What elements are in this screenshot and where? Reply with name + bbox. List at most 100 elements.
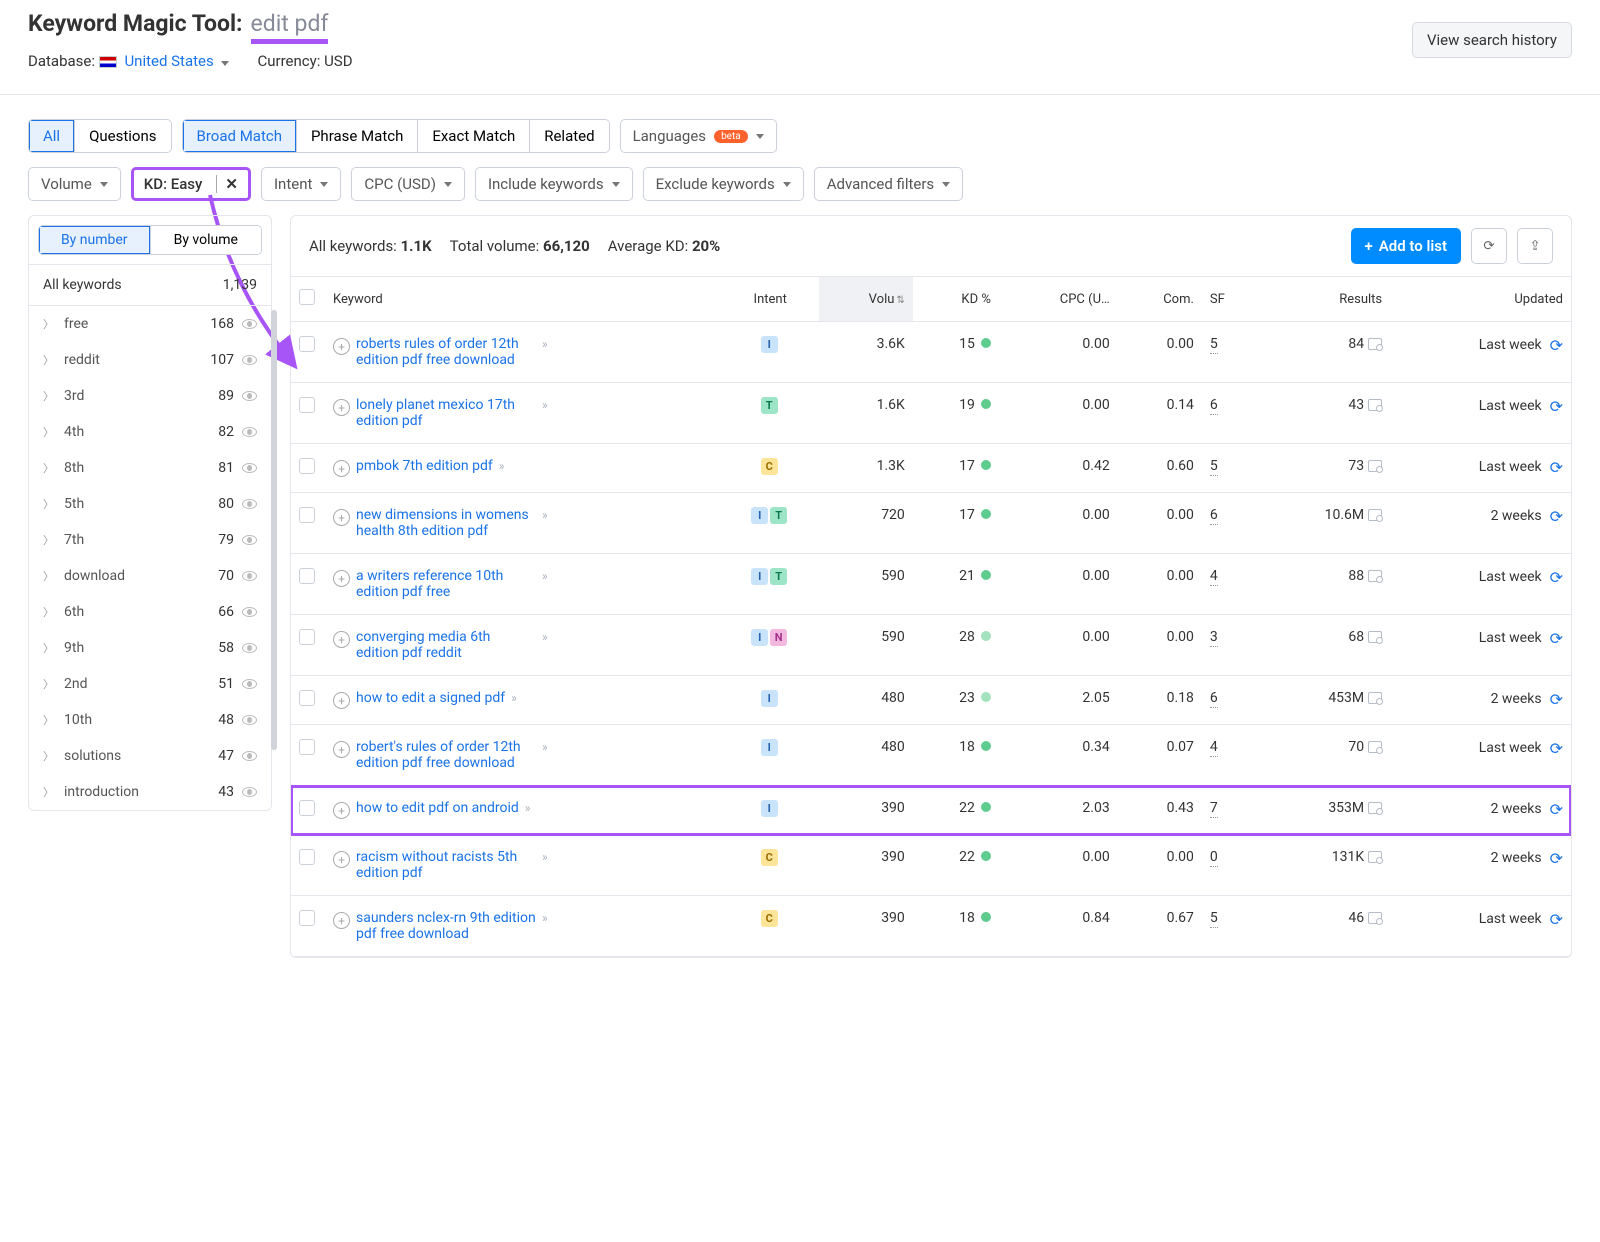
keyword-cell[interactable]: +saunders nclex-rn 9th edition pdf free … — [325, 896, 722, 957]
expand-icon[interactable]: + — [333, 631, 350, 648]
open-icon[interactable]: » — [542, 911, 548, 925]
open-icon[interactable]: » — [542, 508, 548, 522]
col-cpc[interactable]: CPC (U… — [999, 277, 1118, 322]
keyword-cell[interactable]: +how to edit a signed pdf» — [325, 676, 722, 725]
serp-icon[interactable] — [1368, 338, 1382, 350]
serp-icon[interactable] — [1368, 631, 1382, 643]
tab-questions[interactable]: Questions — [75, 120, 170, 152]
eye-icon[interactable] — [242, 499, 257, 509]
refresh-row-icon[interactable]: ⟳ — [1550, 397, 1563, 416]
serp-icon[interactable] — [1368, 741, 1382, 753]
sidebar-item[interactable]: 〉download70 — [29, 558, 271, 594]
keyword-cell[interactable]: +converging media 6th edition pdf reddit… — [325, 615, 722, 676]
refresh-row-icon[interactable]: ⟳ — [1550, 458, 1563, 477]
open-icon[interactable]: » — [542, 850, 548, 864]
export-button[interactable]: ⇪ — [1517, 228, 1553, 264]
serp-icon[interactable] — [1368, 460, 1382, 472]
serp-icon[interactable] — [1368, 399, 1382, 411]
volume-filter[interactable]: Volume — [28, 167, 121, 201]
eye-icon[interactable] — [242, 607, 257, 617]
sidebar-item[interactable]: 〉3rd89 — [29, 378, 271, 414]
tab-all[interactable]: All — [29, 120, 75, 152]
row-checkbox[interactable] — [299, 568, 315, 584]
open-icon[interactable]: » — [511, 691, 517, 705]
keyword-cell[interactable]: +how to edit pdf on android» — [325, 786, 722, 835]
refresh-button[interactable]: ⟳ — [1471, 228, 1507, 264]
include-keywords-filter[interactable]: Include keywords — [475, 167, 633, 201]
languages-dropdown[interactable]: Languages beta — [620, 119, 777, 153]
open-icon[interactable]: » — [499, 459, 505, 473]
keyword-cell[interactable]: +roberts rules of order 12th edition pdf… — [325, 322, 722, 383]
expand-icon[interactable]: + — [333, 399, 350, 416]
row-checkbox[interactable] — [299, 849, 315, 865]
expand-icon[interactable]: + — [333, 570, 350, 587]
kd-filter[interactable]: KD: Easy✕ — [131, 167, 251, 201]
row-checkbox[interactable] — [299, 800, 315, 816]
eye-icon[interactable] — [242, 715, 257, 725]
sidebar-item[interactable]: 〉reddit107 — [29, 342, 271, 378]
close-icon[interactable]: ✕ — [216, 175, 238, 193]
eye-icon[interactable] — [242, 535, 257, 545]
exclude-keywords-filter[interactable]: Exclude keywords — [643, 167, 804, 201]
tab-exact-match[interactable]: Exact Match — [418, 120, 530, 152]
keyword-cell[interactable]: +new dimensions in womens health 8th edi… — [325, 493, 722, 554]
eye-icon[interactable] — [242, 643, 257, 653]
tab-broad-match[interactable]: Broad Match — [183, 120, 297, 152]
row-checkbox[interactable] — [299, 910, 315, 926]
scrollbar[interactable] — [271, 310, 277, 750]
row-checkbox[interactable] — [299, 336, 315, 352]
row-checkbox[interactable] — [299, 507, 315, 523]
row-checkbox[interactable] — [299, 739, 315, 755]
eye-icon[interactable] — [242, 355, 257, 365]
tab-related[interactable]: Related — [530, 120, 608, 152]
sidebar-item[interactable]: 〉2nd51 — [29, 666, 271, 702]
tab-phrase-match[interactable]: Phrase Match — [297, 120, 418, 152]
row-checkbox[interactable] — [299, 690, 315, 706]
col-sf[interactable]: SF — [1202, 277, 1258, 322]
serp-icon[interactable] — [1368, 912, 1382, 924]
expand-icon[interactable]: + — [333, 692, 350, 709]
eye-icon[interactable] — [242, 787, 257, 797]
col-intent[interactable]: Intent — [722, 277, 819, 322]
expand-icon[interactable]: + — [333, 912, 350, 929]
col-volume[interactable]: Volu⇅ — [819, 277, 913, 322]
sort-by-number[interactable]: By number — [39, 226, 151, 254]
col-keyword[interactable]: Keyword — [325, 277, 722, 322]
serp-icon[interactable] — [1368, 570, 1382, 582]
cpc-filter[interactable]: CPC (USD) — [351, 167, 465, 201]
col-results[interactable]: Results — [1258, 277, 1391, 322]
sidebar-item[interactable]: 〉introduction43 — [29, 774, 271, 810]
select-all-checkbox[interactable] — [299, 289, 315, 305]
keyword-cell[interactable]: +robert's rules of order 12th edition pd… — [325, 725, 722, 786]
row-checkbox[interactable] — [299, 629, 315, 645]
sidebar-item[interactable]: 〉5th80 — [29, 486, 271, 522]
sidebar-item[interactable]: 〉10th48 — [29, 702, 271, 738]
refresh-row-icon[interactable]: ⟳ — [1550, 690, 1563, 709]
eye-icon[interactable] — [242, 571, 257, 581]
expand-icon[interactable]: + — [333, 460, 350, 477]
eye-icon[interactable] — [242, 463, 257, 473]
refresh-row-icon[interactable]: ⟳ — [1550, 800, 1563, 819]
sidebar-item[interactable]: 〉7th79 — [29, 522, 271, 558]
open-icon[interactable]: » — [542, 569, 548, 583]
all-keywords-row[interactable]: All keywords1,139 — [29, 265, 271, 306]
col-com[interactable]: Com. — [1118, 277, 1202, 322]
view-history-button[interactable]: View search history — [1412, 22, 1572, 58]
sidebar-item[interactable]: 〉solutions47 — [29, 738, 271, 774]
expand-icon[interactable]: + — [333, 851, 350, 868]
keyword-cell[interactable]: +lonely planet mexico 17th edition pdf» — [325, 383, 722, 444]
refresh-row-icon[interactable]: ⟳ — [1550, 507, 1563, 526]
expand-icon[interactable]: + — [333, 802, 350, 819]
open-icon[interactable]: » — [542, 630, 548, 644]
intent-filter[interactable]: Intent — [261, 167, 341, 201]
open-icon[interactable]: » — [542, 337, 548, 351]
sort-by-volume[interactable]: By volume — [151, 226, 262, 254]
refresh-row-icon[interactable]: ⟳ — [1550, 849, 1563, 868]
serp-icon[interactable] — [1368, 509, 1382, 521]
refresh-row-icon[interactable]: ⟳ — [1550, 739, 1563, 758]
col-kd[interactable]: KD % — [913, 277, 999, 322]
eye-icon[interactable] — [242, 391, 257, 401]
expand-icon[interactable]: + — [333, 338, 350, 355]
expand-icon[interactable]: + — [333, 509, 350, 526]
sidebar-item[interactable]: 〉6th66 — [29, 594, 271, 630]
